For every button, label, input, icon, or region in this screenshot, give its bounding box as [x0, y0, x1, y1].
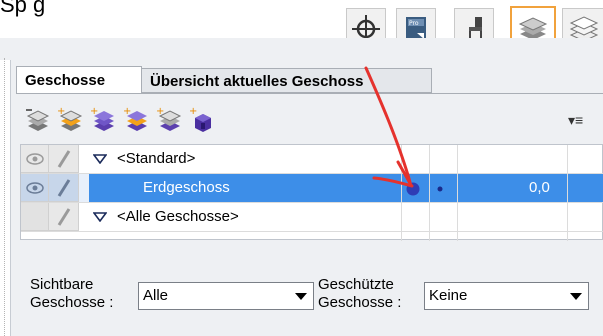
chevron-down-icon — [570, 293, 582, 300]
chevron-down-icon — [295, 293, 307, 300]
floor-table: <Standard> Erdgeschoss 0,0 <Alle Geschos… — [20, 144, 603, 241]
grid-line — [401, 145, 402, 241]
visibility-toggle[interactable] — [21, 145, 49, 173]
visibility-toggle[interactable] — [21, 203, 49, 231]
protected-floors-label: Geschützte Geschosse : — [318, 276, 402, 311]
floor-add-above-icon[interactable]: + — [57, 106, 85, 134]
row-indent — [79, 174, 89, 202]
tab-floors[interactable]: Geschosse — [16, 66, 142, 93]
floor-elevation: 0,0 — [529, 179, 550, 196]
current-floor-icon — [406, 182, 420, 196]
toolbar-band — [0, 38, 603, 60]
expand-triangle-icon[interactable] — [93, 154, 107, 164]
floor-add-below-icon[interactable]: + — [90, 106, 118, 134]
pencil-icon — [57, 150, 71, 168]
lock-toggle[interactable] — [49, 145, 79, 173]
svg-text:Pro: Pro — [409, 20, 419, 27]
floor-insert-icon[interactable]: + — [156, 106, 184, 134]
visibility-toggle[interactable] — [21, 174, 49, 202]
floor-delete-icon[interactable] — [24, 106, 52, 134]
tab-current-floor-overview[interactable]: Übersicht aktuelles Geschoss — [142, 68, 432, 93]
floor-add-icon[interactable]: + — [123, 106, 151, 134]
floor-label: <Alle Geschosse> — [117, 208, 239, 225]
floor-row-selected[interactable]: Erdgeschoss 0,0 — [21, 174, 603, 202]
floor-label: <Standard> — [117, 150, 196, 167]
lock-toggle[interactable] — [49, 203, 79, 231]
lock-toggle[interactable] — [49, 174, 79, 202]
eye-icon — [26, 153, 44, 165]
pencil-icon — [57, 208, 71, 226]
grid-line — [567, 145, 568, 241]
eye-icon — [26, 182, 44, 194]
floor-3d-icon[interactable]: + — [189, 106, 217, 134]
tab-divider — [16, 93, 603, 94]
dotted-separator — [4, 58, 5, 336]
dot-icon — [437, 186, 443, 192]
svg-text:+: + — [189, 106, 197, 117]
grid-line — [429, 145, 430, 241]
pencil-icon — [57, 179, 71, 197]
visible-floors-label: Sichtbare Geschosse : — [30, 276, 114, 311]
floor-row[interactable]: <Alle Geschosse> — [21, 203, 603, 231]
cropped-caption: Sp g — [0, 0, 46, 17]
grid-line — [457, 145, 458, 241]
expand-triangle-icon[interactable] — [93, 212, 107, 222]
floor-label: Erdgeschoss — [143, 179, 230, 196]
protected-floors-select[interactable]: Keine — [424, 282, 589, 310]
grid-line — [21, 231, 603, 232]
visible-floors-select[interactable]: Alle — [138, 282, 314, 310]
floor-row[interactable]: <Standard> — [21, 145, 603, 173]
grid-line — [21, 173, 603, 174]
grid-line — [21, 202, 603, 203]
panel-menu-icon[interactable]: ▾≡ — [568, 112, 583, 129]
